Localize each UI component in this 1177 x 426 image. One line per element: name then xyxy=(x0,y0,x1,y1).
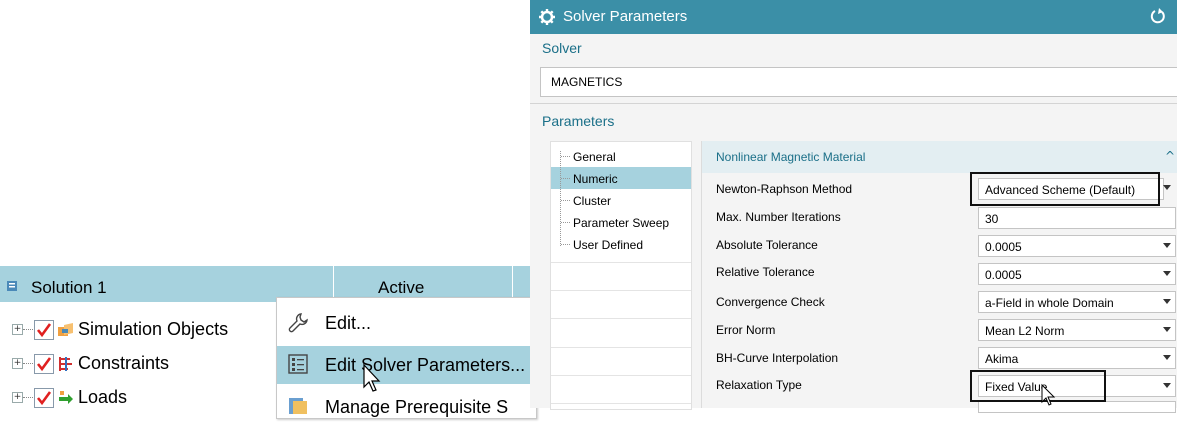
solution-title: Solution 1 xyxy=(31,278,107,297)
tree-item-loads[interactable]: + Loads xyxy=(0,380,280,414)
solution-icon xyxy=(7,281,17,291)
param-label: BH-Curve Interpolation xyxy=(716,351,839,365)
solver-value: MAGNETICS xyxy=(551,75,623,89)
parameters-list-icon xyxy=(288,354,308,374)
highlight-box xyxy=(970,370,1106,402)
error-norm-select[interactable]: Mean L2 Norm xyxy=(978,319,1176,341)
solver-section-title[interactable]: Solver xyxy=(542,40,582,56)
chevron-down-icon xyxy=(1163,383,1171,388)
gear-icon xyxy=(539,9,555,25)
menu-item-label: Edit Solver Parameters... xyxy=(325,355,526,375)
chevron-down-icon xyxy=(1163,243,1171,248)
nav-item-general[interactable]: General xyxy=(551,145,691,167)
nav-item-user-defined[interactable]: User Defined xyxy=(551,233,691,255)
param-label: Relative Tolerance xyxy=(716,265,815,279)
loads-icon xyxy=(59,391,73,404)
chevron-down-icon xyxy=(1163,271,1171,276)
active-column-header[interactable]: Active xyxy=(378,278,424,298)
chevron-down-icon[interactable] xyxy=(1163,185,1171,190)
manage-icon xyxy=(289,398,307,414)
check-icon xyxy=(36,357,52,372)
check-icon xyxy=(36,323,52,338)
chevron-down-icon xyxy=(1163,355,1171,360)
nav-item-label: Parameter Sweep xyxy=(573,216,670,230)
wrench-icon xyxy=(288,313,308,333)
dialog-titlebar[interactable]: Solver Parameters xyxy=(530,0,1177,34)
chevron-down-icon xyxy=(1163,299,1171,304)
menu-item-manage-prerequisite[interactable]: Manage Prerequisite S xyxy=(277,388,536,426)
nav-item-label: General xyxy=(573,150,616,164)
chevron-down-icon xyxy=(1163,327,1171,332)
tree-item-constraints[interactable]: + Constraints xyxy=(0,346,280,380)
visibility-checkbox[interactable] xyxy=(34,388,54,408)
max-iterations-input[interactable]: 30 xyxy=(978,207,1176,229)
param-label: Newton-Raphson Method xyxy=(716,182,853,196)
panel-title: Nonlinear Magnetic Material xyxy=(716,150,866,164)
visibility-checkbox[interactable] xyxy=(34,354,54,374)
visibility-checkbox[interactable] xyxy=(34,320,54,340)
dialog-title: Solver Parameters xyxy=(563,8,688,25)
param-label: Absolute Tolerance xyxy=(716,238,818,252)
nav-item-label: Numeric xyxy=(573,172,618,186)
menu-item-edit[interactable]: Edit... xyxy=(277,304,536,342)
section-divider xyxy=(530,103,1177,104)
absolute-tolerance-select[interactable]: 0.0005 xyxy=(978,235,1176,257)
constraints-icon xyxy=(59,357,72,371)
simulation-objects-icon xyxy=(58,323,73,336)
parameters-section-title[interactable]: Parameters xyxy=(542,113,614,129)
next-field[interactable] xyxy=(978,401,1176,413)
tree-item-label: Loads xyxy=(78,387,128,407)
expand-icon[interactable]: + xyxy=(12,358,23,369)
bh-curve-interpolation-select[interactable]: Akima xyxy=(978,347,1176,369)
nav-item-cluster[interactable]: Cluster xyxy=(551,189,691,211)
context-menu: Edit... Edit Solver Parameters... Manage… xyxy=(276,297,537,419)
highlight-box xyxy=(970,172,1160,206)
tree-item-label: Simulation Objects xyxy=(78,319,229,339)
nav-item-numeric[interactable]: Numeric xyxy=(551,167,691,189)
mouse-pointer-icon xyxy=(1041,383,1056,406)
nav-item-label: User Defined xyxy=(573,238,644,252)
collapse-chevron-icon[interactable]: ^ xyxy=(1165,149,1175,163)
solver-field: MAGNETICS xyxy=(540,67,1177,97)
panel-header[interactable]: Nonlinear Magnetic Material ^ xyxy=(702,141,1177,173)
param-label: Error Norm xyxy=(716,323,776,337)
mouse-pointer-icon xyxy=(363,363,381,392)
relative-tolerance-select[interactable]: 0.0005 xyxy=(978,263,1176,285)
menu-item-edit-solver-parameters[interactable]: Edit Solver Parameters... xyxy=(277,346,536,384)
expand-icon[interactable]: + xyxy=(12,324,23,335)
reset-icon[interactable] xyxy=(1149,7,1167,25)
tree-item-label: Constraints xyxy=(78,353,170,373)
menu-item-label: Edit... xyxy=(325,313,372,333)
check-icon xyxy=(36,391,52,406)
nav-item-label: Cluster xyxy=(573,194,612,208)
param-label: Convergence Check xyxy=(716,295,825,309)
tree-item-simulation-objects[interactable]: + Simulation Objects xyxy=(0,312,280,346)
expand-icon[interactable]: + xyxy=(12,392,23,403)
convergence-check-select[interactable]: a-Field in whole Domain xyxy=(978,291,1176,313)
param-label: Relaxation Type xyxy=(716,378,802,392)
nav-item-parameter-sweep[interactable]: Parameter Sweep xyxy=(551,211,691,233)
parameter-category-list: General Numeric Cluster Parameter Sweep … xyxy=(550,141,692,410)
param-label: Max. Number Iterations xyxy=(716,210,841,224)
